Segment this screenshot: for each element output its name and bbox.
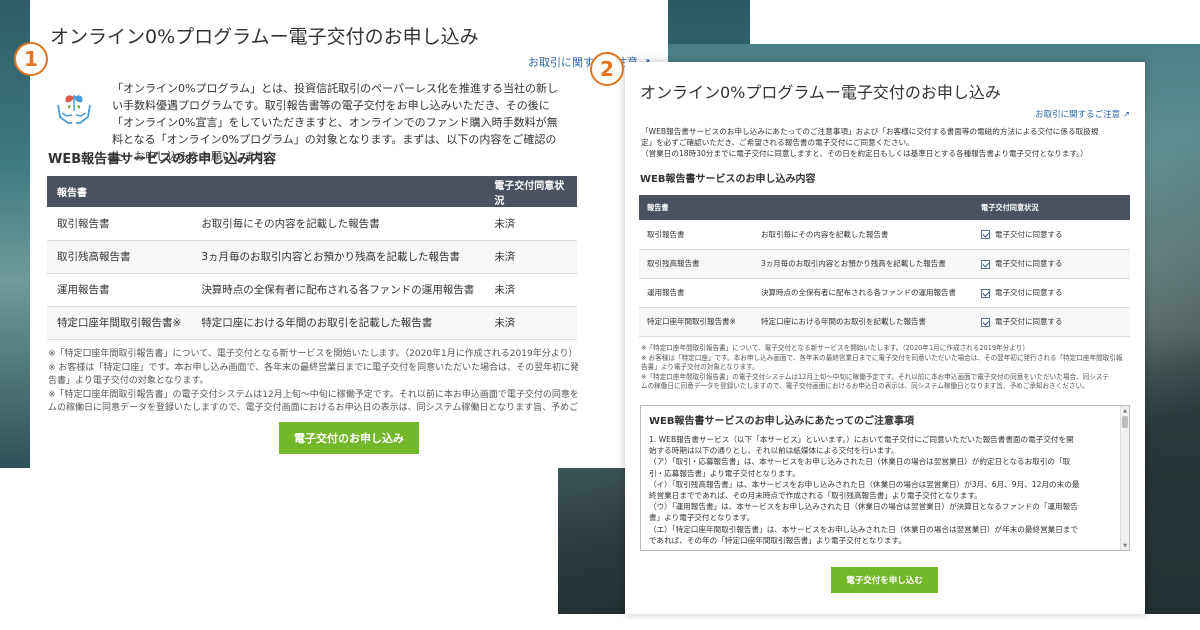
notice-line: 引・応募報告書」より電子交付となります。 <box>649 468 800 478</box>
notice-line: 終営業日までであれば、その月末時点で作成される「取引残高報告書」より電子交付とな… <box>649 491 982 501</box>
table-header-row: 報告書 電子交付同意状況 <box>639 195 1130 220</box>
header-description <box>753 195 973 220</box>
scroll-up-icon[interactable]: ▲ <box>1123 408 1127 414</box>
consent-cell: 電子交付に同意する <box>973 278 1130 308</box>
report-description: 3ヵ月毎のお取引内容とお預かり残高を記載した報告書 <box>753 249 973 279</box>
header-description <box>191 176 485 207</box>
consent-cell: 電子交付に同意する <box>973 307 1130 337</box>
notes: ※「特定口座年間取引報告書」について、電子交付となる新サービスを開始いたします。… <box>641 344 1133 392</box>
consent-status: 未済 <box>484 207 577 241</box>
consent-label[interactable]: 電子交付に同意する <box>995 230 1063 239</box>
report-name: 取引報告書 <box>639 220 753 250</box>
consent-status: 未済 <box>484 273 577 307</box>
notice-line: 始する時期は以下の通りとし、それ以前は紙媒体による交付を行います。 <box>649 446 899 456</box>
table-row: 取引報告書 お取引毎にその内容を記載した報告書 電子交付に同意する <box>639 220 1130 250</box>
submit-electronic-delivery-button[interactable]: 電子交付を申し込む <box>831 567 938 593</box>
notes: ※「特定口座年間取引報告書」について、電子交付となる新サービスを開始いたします。… <box>48 348 578 416</box>
section-title: WEB報告書サービスのお申し込み内容 <box>48 152 277 167</box>
consent-cell: 電子交付に同意する <box>973 249 1130 279</box>
caution-link-label[interactable]: お取引に関するご注意 <box>1035 110 1120 120</box>
notice-line: 1. WEB報告書サービス（以下「本サービス」といいます。）において電子交付にご… <box>649 435 1074 444</box>
header-report: 報告書 <box>639 195 753 220</box>
notice-line: （エ）「特定口座年間取引報告書」は、本サービスをお申し込みされた日（休業日の場合… <box>649 524 1079 534</box>
consent-label[interactable]: 電子交付に同意する <box>995 317 1063 326</box>
intro-text: 「WEB報告書サービスのお申し込みにあたってのご注意事項」および「お客様に交付す… <box>641 126 1141 159</box>
report-description: お取引毎にその内容を記載した報告書 <box>191 207 485 241</box>
step-badge-1: 1 <box>14 42 48 76</box>
notice-line: （イ）「取引残高報告書」は、本サービスをお申し込みされた日（休業日の場合は翌営業… <box>649 479 1080 489</box>
note-line: ※「特定口座年間取引報告書」の電子交付システムは12月上旬～中旬に稼働予定です。… <box>48 389 578 400</box>
scrollbar-thumb[interactable] <box>1122 416 1128 428</box>
notice-line: であれば、その年の「特定口座年間取引報告書」より電子交付となります。 <box>649 535 906 545</box>
header-consent-status: 電子交付同意状況 <box>973 195 1130 220</box>
report-name: 特定口座年間取引報告書※ <box>639 307 753 337</box>
header-report: 報告書 <box>47 176 192 207</box>
consent-status: 未済 <box>484 240 577 274</box>
note-line: ※「特定口座年間取引報告書」の電子交付システムは12月上旬～中旬に稼働予定です。… <box>641 372 1110 381</box>
external-link-icon: ↗ <box>1122 110 1130 120</box>
notice-title: WEB報告書サービスのお申し込みにあたってのご注意事項 <box>649 416 914 427</box>
consent-checkbox[interactable] <box>981 259 990 269</box>
caution-link[interactable]: お取引に関するご注意 ↗ <box>1035 108 1130 120</box>
table-row: 特定口座年間取引報告書※ 特定口座における年間のお取引を記載した報告書 電子交付… <box>639 307 1130 337</box>
report-description: 特定口座における年間のお取引を記載した報告書 <box>753 307 973 337</box>
table-row: 特定口座年間取引報告書※ 特定口座における年間のお取引を記載した報告書 未済 <box>47 306 577 340</box>
note-line: ※「特定口座年間取引報告書」について、電子交付となる新サービスを開始いたします。… <box>641 344 1029 352</box>
report-description: 決算時点の全保有者に配布される各ファンドの運用報告書 <box>753 278 973 308</box>
page-title: オンライン0%プログラムー電子交付のお申し込み <box>50 26 479 48</box>
consent-checkbox[interactable] <box>981 230 990 240</box>
intro-line: （営業日の18時30分までに電子交付に同意しますと、その日を約定日もしくは基準日… <box>641 149 1088 158</box>
table-row: 取引残高報告書 3ヵ月毎のお取引内容とお預かり残高を記載した報告書 未済 <box>47 240 577 274</box>
notice-line: （ウ）「運用報告書」は、本サービスをお申し込みされた日（休業日の場合は翌営業日）… <box>649 502 1078 512</box>
report-table: 報告書 電子交付同意状況 取引報告書 お取引毎にその内容を記載した報告書 電子交… <box>639 195 1130 337</box>
report-name: 取引残高報告書 <box>639 249 753 279</box>
section-title: WEB報告書サービスのお申し込み内容 <box>640 174 816 185</box>
notice-scrollbox[interactable]: WEB報告書サービスのお申し込みにあたってのご注意事項 1. WEB報告書サービ… <box>640 405 1130 551</box>
note-line: ※「特定口座年間取引報告書」について、電子交付となる新サービスを開始いたします。… <box>48 349 578 359</box>
step1-panel: オンライン0%プログラムー電子交付のお申し込み お取引に関するご注意 ↗ 「オン… <box>30 0 668 468</box>
table-row: 取引残高報告書 3ヵ月毎のお取引内容とお預かり残高を記載した報告書 電子交付に同… <box>639 249 1130 279</box>
report-name: 運用報告書 <box>639 278 753 308</box>
consent-checkbox[interactable] <box>981 288 990 298</box>
table-row: 運用報告書 決算時点の全保有者に配布される各ファンドの運用報告書 電子交付に同意… <box>639 278 1130 308</box>
note-line: 告書」より電子交付の対象となります。 <box>641 363 759 372</box>
consent-status: 未済 <box>484 306 577 340</box>
scrollbar[interactable]: ▲ ▼ <box>1120 406 1129 550</box>
step-badge-2: 2 <box>590 52 624 86</box>
consent-checkbox[interactable] <box>981 317 990 327</box>
note-line: 告書」より電子交付の対象となります。 <box>48 376 209 386</box>
report-name: 運用報告書 <box>47 273 192 307</box>
notice-body: 1. WEB報告書サービス（以下「本サービス」といいます。）において電子交付にご… <box>649 434 1119 546</box>
screenshot-stage: オンライン0%プログラムー電子交付のお申し込み お取引に関するご注意 ↗ 「オン… <box>0 0 1200 630</box>
consent-label[interactable]: 電子交付に同意する <box>995 259 1063 268</box>
table-row: 取引報告書 お取引毎にその内容を記載した報告書 未済 <box>47 207 577 241</box>
report-name: 取引報告書 <box>47 207 192 241</box>
intro-line: 「WEB報告書サービスのお申し込みにあたってのご注意事項」および「お客様に交付す… <box>641 127 1099 136</box>
header-consent-status: 電子交付同意状況 <box>484 176 577 207</box>
report-description: 特定口座における年間のお取引を記載した報告書 <box>191 306 485 340</box>
notice-line: 書」より電子交付となります。 <box>649 513 755 523</box>
report-name: 取引残高報告書 <box>47 240 192 274</box>
consent-label[interactable]: 電子交付に同意する <box>995 288 1063 297</box>
note-line: ムの稼働日に同意データを登録いたしますので、電子交付画面におけるお申込日の表示は… <box>48 403 578 413</box>
note-line: ※ お客様は「特定口座」です。本お申し込み画面で、各年末の最終営業日までに電子交… <box>48 362 578 373</box>
note-line: ※ お客様は「特定口座」です。本お申し込み画面で、各年末の最終営業日までに電子交… <box>641 353 1123 362</box>
report-description: 決算時点の全保有者に配布される各ファンドの運用報告書 <box>191 273 485 307</box>
table-header-row: 報告書 電子交付同意状況 <box>47 176 577 207</box>
note-line: ムの稼働日に同意データを登録いたしますので、電子交付画面におけるお申込日の表示は… <box>641 382 1089 391</box>
step2-panel: オンライン0%プログラムー電子交付のお申し込み お取引に関するご注意 ↗ 「WE… <box>625 62 1145 614</box>
notice-line: （ア）「取引・応募報告書」は、本サービスをお申し込みされた日（休業日の場合は翌営… <box>649 457 1071 467</box>
scroll-down-icon[interactable]: ▼ <box>1123 543 1127 549</box>
report-description: 3ヵ月毎のお取引内容とお預かり残高を記載した報告書 <box>191 240 485 274</box>
consent-cell: 電子交付に同意する <box>973 220 1130 250</box>
intro-line: 定」を必ずご確認いただき、ご希望される報告書の電子交付にご同意ください。 <box>641 138 914 147</box>
report-name: 特定口座年間取引報告書※ <box>47 306 192 340</box>
page-title: オンライン0%プログラムー電子交付のお申し込み <box>640 83 1001 102</box>
apply-electronic-delivery-button[interactable]: 電子交付のお申し込み <box>279 422 419 454</box>
report-table: 報告書 電子交付同意状況 取引報告書 お取引毎にその内容を記載した報告書 未済 … <box>47 176 577 340</box>
hands-plant-icon <box>57 95 91 124</box>
table-row: 運用報告書 決算時点の全保有者に配布される各ファンドの運用報告書 未済 <box>47 273 577 307</box>
report-description: お取引毎にその内容を記載した報告書 <box>753 220 973 250</box>
